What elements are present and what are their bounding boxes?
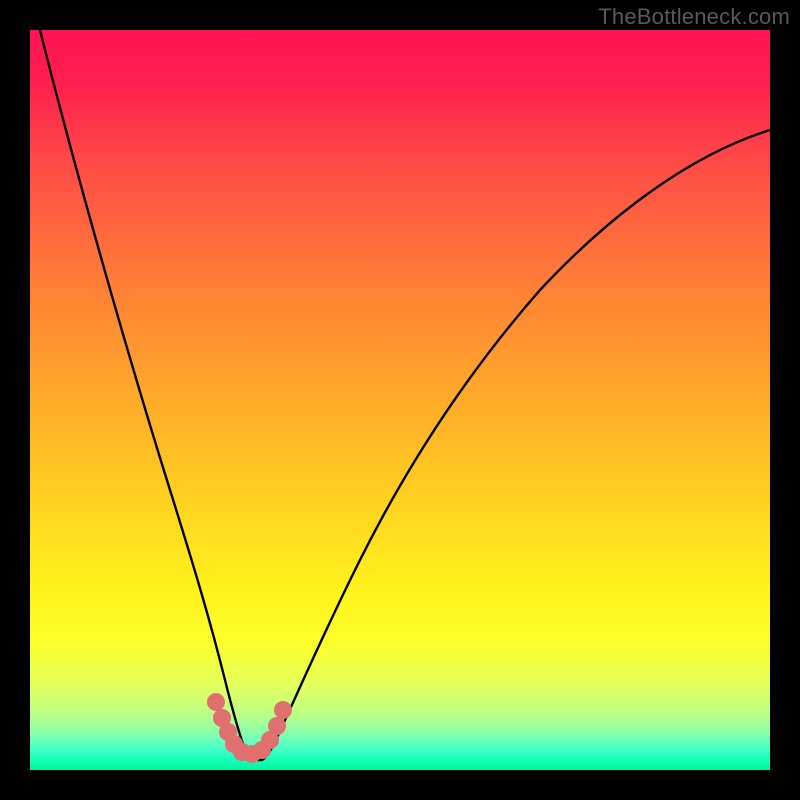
- highlight-dots: [207, 693, 292, 763]
- curve-layer: [30, 30, 770, 770]
- chart-frame: TheBottleneck.com: [0, 0, 800, 800]
- bottleneck-curve: [40, 30, 770, 760]
- plot-area: [30, 30, 770, 770]
- watermark-text: TheBottleneck.com: [598, 4, 790, 30]
